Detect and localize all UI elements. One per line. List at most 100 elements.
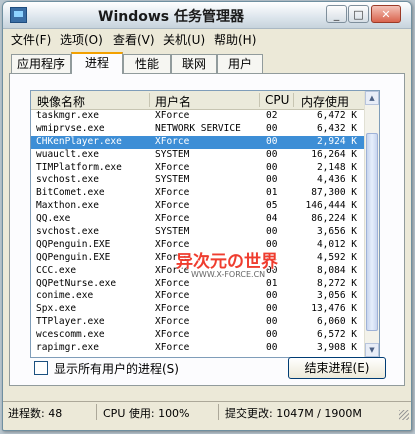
menu-view[interactable]: 查看(V): [113, 31, 155, 48]
process-user: XForce: [155, 161, 190, 173]
process-user: XForce: [155, 135, 190, 147]
tab-networking[interactable]: 联网: [171, 54, 217, 73]
process-row[interactable]: wuauclt.exe SYSTEM 00 16,264 K: [31, 149, 365, 162]
process-user: NETWORK SERVICE: [155, 122, 241, 134]
process-cpu: 00: [266, 303, 278, 315]
process-list[interactable]: 映像名称 用户名 CPU 内存使用 taskmgr.exe XForce 02 6,4…: [30, 90, 380, 358]
process-row[interactable]: taskmgr.exe XForce 02 6,472 K: [31, 110, 365, 123]
column-user-name[interactable]: 用户名: [155, 93, 191, 110]
process-row[interactable]: rapimgr.exe XForce 00 3,908 K: [31, 342, 365, 355]
process-row[interactable]: wmiprvse.exe NETWORK SERVICE 00 6,432 K: [31, 123, 365, 136]
process-memory: 2,924 K: [316, 135, 357, 147]
process-row[interactable]: TTPlayer.exe XForce 00 6,060 K: [31, 316, 365, 329]
process-cpu: 00: [266, 174, 278, 186]
process-name: TTPlayer.exe: [36, 316, 105, 328]
process-name: conime.exe: [36, 290, 94, 302]
process-row[interactable]: TIMPlatform.exe XForce 00 2,148 K: [31, 162, 365, 175]
process-cpu: 00: [266, 122, 278, 134]
tab-users[interactable]: 用户: [217, 54, 263, 73]
minimize-button[interactable]: _: [326, 5, 347, 23]
watermark-text: 异次元の世界: [176, 252, 278, 272]
column-memory-usage[interactable]: 内存使用: [301, 93, 349, 110]
process-name: wmiprvse.exe: [36, 122, 105, 134]
process-user: XForce: [155, 303, 190, 315]
process-user: XForce: [155, 316, 190, 328]
end-process-button[interactable]: 结束进程(E): [288, 357, 386, 379]
process-name: TIMPlatform.exe: [36, 161, 122, 173]
vertical-scrollbar[interactable]: ▲ ▼: [364, 91, 379, 357]
process-name: QQPenguin.EXE: [36, 251, 111, 263]
process-cpu: 01: [266, 187, 278, 199]
process-row[interactable]: wcescomm.exe XForce 00 6,572 K: [31, 329, 365, 342]
column-cpu[interactable]: CPU: [265, 93, 289, 107]
process-row[interactable]: BitComet.exe XForce 01 87,300 K: [31, 187, 365, 200]
process-memory: 86,224 K: [311, 213, 357, 225]
process-memory: 3,908 K: [316, 342, 357, 354]
process-user: SYSTEM: [155, 174, 190, 186]
maximize-button[interactable]: □: [348, 5, 369, 23]
show-all-users-label: 显示所有用户的进程(S): [54, 362, 179, 376]
process-memory: 4,012 K: [316, 238, 357, 250]
process-name: taskmgr.exe: [36, 110, 99, 121]
process-memory: 87,300 K: [311, 187, 357, 199]
process-cpu: 00: [266, 329, 278, 341]
menu-help[interactable]: 帮助(H): [214, 31, 256, 48]
process-row[interactable]: conime.exe XForce 00 3,056 K: [31, 290, 365, 303]
process-memory: 3,656 K: [316, 226, 357, 238]
process-name: svchost.exe: [36, 226, 99, 238]
process-row[interactable]: Maxthon.exe XForce 05 146,444 K: [31, 200, 365, 213]
scroll-up-icon[interactable]: ▲: [365, 91, 379, 105]
scroll-down-icon[interactable]: ▼: [365, 343, 379, 357]
status-bar: 进程数: 48 CPU 使用: 100% 提交更改: 1047M / 1900M: [3, 401, 411, 422]
tab-performance[interactable]: 性能: [123, 54, 171, 73]
menu-bar: 文件(F) 选项(O) 查看(V) 关机(U) 帮助(H): [3, 28, 411, 48]
process-memory: 8,084 K: [316, 264, 357, 276]
process-row[interactable]: Spx.exe XForce 00 13,476 K: [31, 303, 365, 316]
processes-panel: 映像名称 用户名 CPU 内存使用 taskmgr.exe XForce 02 6,4…: [9, 73, 405, 386]
process-name: rapimgr.exe: [36, 342, 99, 354]
process-name: BitComet.exe: [36, 187, 105, 199]
process-row[interactable]: svchost.exe SYSTEM 00 3,656 K: [31, 226, 365, 239]
watermark-subtext: WWW.X-FORCE.CN: [191, 270, 266, 279]
process-row[interactable]: QQ.exe XForce 04 86,224 K: [31, 213, 365, 226]
tab-applications[interactable]: 应用程序: [11, 54, 71, 73]
show-all-users-option[interactable]: 显示所有用户的进程(S): [34, 360, 179, 377]
process-cpu: 02: [266, 110, 278, 121]
process-user: XForce: [155, 329, 190, 341]
menu-file[interactable]: 文件(F): [11, 31, 51, 48]
process-user: XForce: [155, 290, 190, 302]
title-bar[interactable]: Windows 任务管理器 _ □ ✕: [3, 2, 411, 29]
process-memory: 6,432 K: [316, 122, 357, 134]
process-user: SYSTEM: [155, 148, 190, 160]
process-name: wcescomm.exe: [36, 329, 105, 341]
show-all-users-checkbox[interactable]: [34, 361, 48, 375]
process-memory: 8,272 K: [316, 277, 357, 289]
process-row[interactable]: CHKenPlayer.exe XForce 00 2,924 K: [31, 135, 365, 149]
process-row[interactable]: svchost.exe SYSTEM 00 4,436 K: [31, 174, 365, 187]
process-name: Spx.exe: [36, 303, 77, 315]
process-name: CCC.exe: [36, 264, 77, 276]
process-memory: 6,572 K: [316, 329, 357, 341]
menu-shutdown[interactable]: 关机(U): [163, 31, 205, 48]
process-rows: taskmgr.exe XForce 02 6,472 K wmiprvse.exe NE…: [31, 110, 365, 355]
menu-options[interactable]: 选项(O): [60, 31, 103, 48]
close-button[interactable]: ✕: [371, 5, 401, 23]
status-cpu-usage: CPU 使用: 100%: [103, 407, 190, 420]
column-image-name[interactable]: 映像名称: [37, 93, 85, 110]
list-header: 映像名称 用户名 CPU 内存使用: [31, 91, 365, 110]
status-process-count: 进程数: 48: [8, 407, 63, 420]
scroll-thumb[interactable]: [366, 133, 378, 331]
process-cpu: 00: [266, 135, 278, 147]
tab-strip: 应用程序 进程 性能 联网 用户: [9, 52, 405, 74]
process-user: XForce: [155, 187, 190, 199]
process-cpu: 00: [266, 316, 278, 328]
resize-grip-icon[interactable]: [399, 410, 409, 420]
process-name: QQPetNurse.exe: [36, 277, 117, 289]
process-name: wuauclt.exe: [36, 148, 99, 160]
process-cpu: 00: [266, 290, 278, 302]
status-commit-charge: 提交更改: 1047M / 1900M: [225, 407, 362, 420]
tab-processes[interactable]: 进程: [71, 52, 123, 74]
process-memory: 2,148 K: [316, 161, 357, 173]
watermark: 异次元の世界 WWW.X-FORCE.CN: [176, 243, 278, 291]
process-memory: 4,592 K: [316, 251, 357, 263]
